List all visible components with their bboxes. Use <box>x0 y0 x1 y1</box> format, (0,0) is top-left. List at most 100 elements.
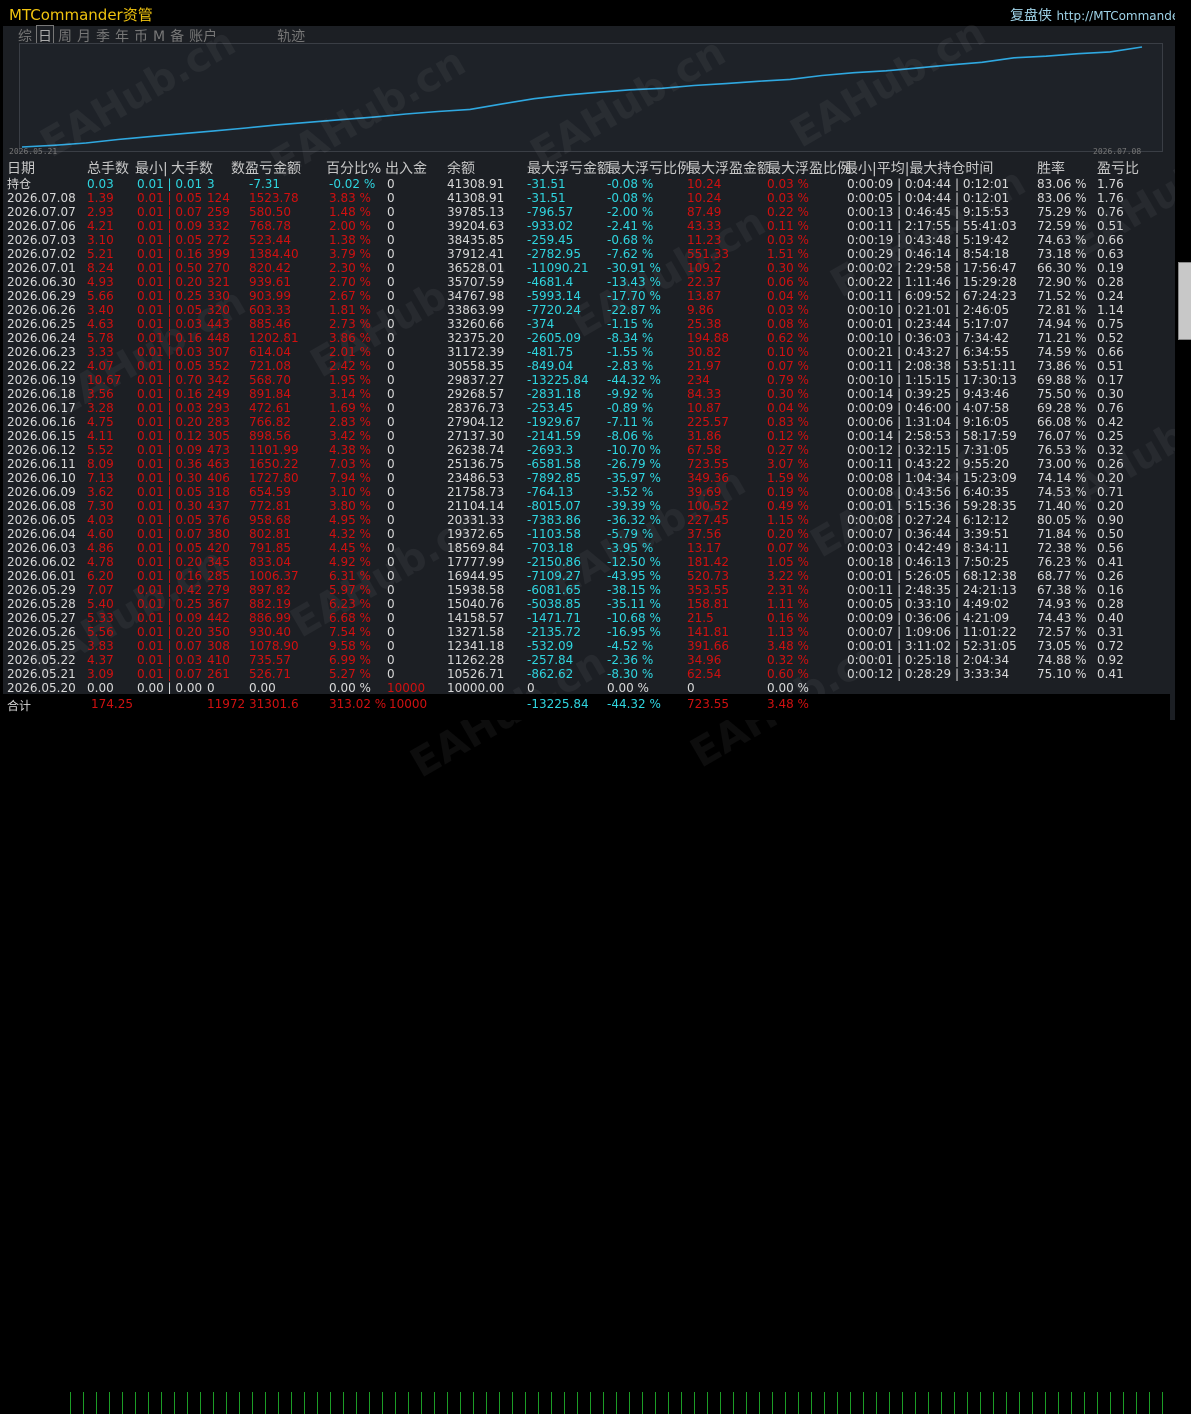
trade-count: 380 <box>207 527 230 541</box>
column-header: 最大浮盈比例 <box>767 161 851 177</box>
table-row[interactable]: 2026.06.03 4.86 0.01 | 0.05 420 791.85 4.45 %… <box>7 541 1167 555</box>
max-float-loss: -5038.85 <box>527 597 581 611</box>
table-row[interactable]: 2026.05.25 3.83 0.01 | 0.07 308 1078.90 9.58 … <box>7 639 1167 653</box>
balance: 13271.58 <box>447 625 505 639</box>
table-row[interactable]: 2026.06.11 8.09 0.01 | 0.36 463 1650.22 7.03 … <box>7 457 1167 471</box>
date: 2026.07.07 <box>7 205 76 219</box>
min-max-lots: 0.01 | 0.25 <box>137 289 203 303</box>
lots: 4.11 <box>87 429 114 443</box>
pnl-percent: 4.32 % <box>329 527 371 541</box>
table-row[interactable]: 2026.05.28 5.40 0.01 | 0.25 367 882.19 6.23 %… <box>7 597 1167 611</box>
table-row[interactable]: 2026.06.09 3.62 0.01 | 0.05 318 654.59 3.10 %… <box>7 485 1167 499</box>
brand-url[interactable]: http://MTCommander.c <box>1056 9 1191 23</box>
min-max-lots: 0.01 | 0.03 <box>137 401 203 415</box>
hold-time: 0:00:21 | 0:43:27 | 6:34:55 <box>847 345 1010 359</box>
max-float-loss: -259.45 <box>527 233 574 247</box>
table-row[interactable]: 2026.06.17 3.28 0.01 | 0.03 293 472.61 1.69 %… <box>7 401 1167 415</box>
table-row[interactable]: 2026.06.10 7.13 0.01 | 0.30 406 1727.80 7.94 … <box>7 471 1167 485</box>
table-row[interactable]: 2026.06.29 5.66 0.01 | 0.25 330 903.99 2.67 %… <box>7 289 1167 303</box>
table-row[interactable]: 2026.06.22 4.07 0.01 | 0.05 352 721.08 2.42 %… <box>7 359 1167 373</box>
table-row[interactable]: 2026.06.05 4.03 0.01 | 0.05 376 958.68 4.95 %… <box>7 513 1167 527</box>
max-float-loss: -703.18 <box>527 541 574 555</box>
cash-flow: 0 <box>387 219 395 233</box>
table-row[interactable]: 2026.06.12 5.52 0.01 | 0.09 473 1101.99 4.38 … <box>7 443 1167 457</box>
pnl: 791.85 <box>249 541 291 555</box>
max-float-profit-pct: 0.08 % <box>767 317 809 331</box>
max-float-profit-pct: 0.60 % <box>767 667 809 681</box>
win-rate: 75.10 % <box>1037 667 1087 681</box>
hold-time: 0:00:14 | 0:39:25 | 9:43:46 <box>847 387 1010 401</box>
table-row[interactable]: 2026.07.01 8.24 0.01 | 0.50 270 820.42 2.30 %… <box>7 261 1167 275</box>
table-row[interactable]: 2026.06.24 5.78 0.01 | 0.16 448 1202.81 3.86 … <box>7 331 1167 345</box>
max-float-loss: -2831.18 <box>527 387 581 401</box>
win-rate: 71.52 % <box>1037 289 1087 303</box>
lots: 3.40 <box>87 303 114 317</box>
column-header: 最大浮盈金额 <box>687 161 771 177</box>
table-row[interactable]: 2026.05.29 7.07 0.01 | 0.42 279 897.82 5.97 %… <box>7 583 1167 597</box>
table-row[interactable]: 2026.05.26 5.56 0.01 | 0.20 350 930.40 7.54 %… <box>7 625 1167 639</box>
trade-count: 342 <box>207 373 230 387</box>
max-float-profit: 21.5 <box>687 611 714 625</box>
pl-ratio: 0.51 <box>1097 219 1124 233</box>
max-float-profit: 227.45 <box>687 513 729 527</box>
balance: 33260.66 <box>447 317 505 331</box>
pnl: 1384.40 <box>249 247 299 261</box>
max-float-profit-pct: 0.10 % <box>767 345 809 359</box>
table-row[interactable]: 2026.06.04 4.60 0.01 | 0.07 380 802.81 4.32 %… <box>7 527 1167 541</box>
table-row[interactable]: 2026.06.19 10.67 0.01 | 0.70 342 568.70 1.95 … <box>7 373 1167 387</box>
max-float-profit-pct: 1.05 % <box>767 555 809 569</box>
table-row[interactable]: 2026.06.25 4.63 0.01 | 0.03 443 885.46 2.73 %… <box>7 317 1167 331</box>
table-row[interactable]: 2026.06.15 4.11 0.01 | 0.12 305 898.56 3.42 %… <box>7 429 1167 443</box>
table-row[interactable]: 2026.06.26 3.40 0.01 | 0.05 320 603.33 1.81 %… <box>7 303 1167 317</box>
max-float-profit-pct: 0.22 % <box>767 205 809 219</box>
pnl-percent: 2.42 % <box>329 359 371 373</box>
table-row[interactable]: 2026.07.02 5.21 0.01 | 0.16 399 1384.40 3.79 … <box>7 247 1167 261</box>
chart-start-date: 2026.05.21 <box>9 147 58 156</box>
table-row[interactable]: 2026.07.08 1.39 0.01 | 0.05 124 1523.78 3.83 … <box>7 191 1167 205</box>
table-row[interactable]: 2026.06.16 4.75 0.01 | 0.20 283 766.82 2.83 %… <box>7 415 1167 429</box>
cash-flow: 0 <box>387 471 395 485</box>
table-row[interactable]: 2026.06.02 4.78 0.01 | 0.20 345 833.04 4.92 %… <box>7 555 1167 569</box>
balance: 20331.33 <box>447 513 505 527</box>
min-max-lots: 0.01 | 0.30 <box>137 471 203 485</box>
table-row[interactable]: 2026.06.08 7.30 0.01 | 0.30 437 772.81 3.80 %… <box>7 499 1167 513</box>
table-row[interactable]: 2026.07.07 2.93 0.01 | 0.07 259 580.50 1.48 %… <box>7 205 1167 219</box>
table-row[interactable]: 2026.06.01 6.20 0.01 | 0.16 285 1006.37 6.31 … <box>7 569 1167 583</box>
max-float-profit-pct: 2.31 % <box>767 583 809 597</box>
win-rate: 83.06 % <box>1037 177 1087 191</box>
max-float-profit: 10.24 <box>687 177 722 191</box>
max-float-profit-pct: 0.20 % <box>767 527 809 541</box>
pl-ratio: 0.17 <box>1097 373 1124 387</box>
date: 2026.06.08 <box>7 499 76 513</box>
table-row[interactable]: 2026.06.30 4.93 0.01 | 0.20 321 939.61 2.70 %… <box>7 275 1167 289</box>
pnl-percent: 3.79 % <box>329 247 371 261</box>
table-row[interactable]: 2026.05.21 3.09 0.01 | 0.07 261 526.71 5.27 %… <box>7 667 1167 681</box>
table-row[interactable]: 2026.07.03 3.10 0.01 | 0.05 272 523.44 1.38 %… <box>7 233 1167 247</box>
brand[interactable]: 复盘侠 http://MTCommander.c <box>1010 5 1191 25</box>
table-row[interactable]: 2026.05.27 5.33 0.01 | 0.09 442 886.99 6.68 %… <box>7 611 1167 625</box>
max-float-profit: 9.86 <box>687 303 714 317</box>
date: 2026.06.01 <box>7 569 76 583</box>
column-header: 盈亏比 <box>1097 161 1139 177</box>
win-rate: 74.63 % <box>1037 233 1087 247</box>
balance: 38435.85 <box>447 233 505 247</box>
pnl: 930.40 <box>249 625 291 639</box>
balance: 10526.71 <box>447 667 505 681</box>
balance: 28376.73 <box>447 401 505 415</box>
table-row[interactable]: 2026.06.18 3.56 0.01 | 0.16 249 891.84 3.14 %… <box>7 387 1167 401</box>
scrollbar-thumb[interactable] <box>1178 262 1191 340</box>
pnl-percent: 4.92 % <box>329 555 371 569</box>
table-row[interactable]: 2026.06.23 3.33 0.01 | 0.03 307 614.04 2.01 %… <box>7 345 1167 359</box>
pnl-percent: 3.83 % <box>329 191 371 205</box>
max-float-profit-pct: 0.12 % <box>767 429 809 443</box>
max-float-loss-pct: -10.70 % <box>607 443 661 457</box>
date: 2026.06.09 <box>7 485 76 499</box>
trade-count: 448 <box>207 331 230 345</box>
win-rate: 72.59 % <box>1037 219 1087 233</box>
max-float-profit-pct: 1.11 % <box>767 597 809 611</box>
max-float-profit: 194.88 <box>687 331 729 345</box>
table-row[interactable]: 2026.07.06 4.21 0.01 | 0.09 332 768.78 2.00 %… <box>7 219 1167 233</box>
lots: 4.21 <box>87 219 114 233</box>
hold-time: 0:00:18 | 0:46:13 | 7:50:25 <box>847 555 1010 569</box>
table-row[interactable]: 2026.05.22 4.37 0.01 | 0.03 410 735.57 6.99 %… <box>7 653 1167 667</box>
